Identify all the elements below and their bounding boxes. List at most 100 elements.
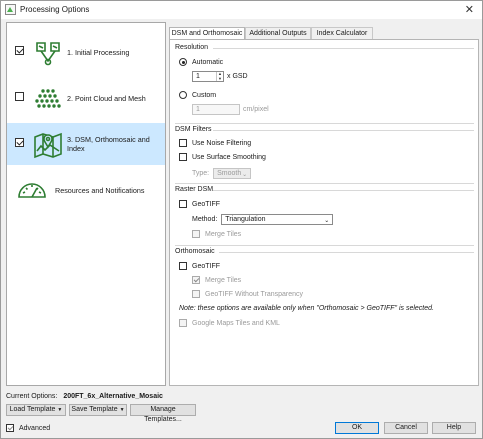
note-text: Note: these options are available only w… — [179, 305, 434, 312]
step-point-cloud[interactable]: 2. Point Cloud and Mesh — [7, 77, 165, 119]
ortho-merge-tiles-option[interactable]: Merge Tiles — [192, 276, 241, 284]
step-checkbox[interactable] — [15, 46, 24, 55]
divider — [219, 252, 474, 253]
step-dsm-orthomosaic[interactable]: 3. DSM, Orthomosaic and Index — [7, 123, 165, 165]
dropdown-arrow-icon: ▼ — [119, 407, 125, 413]
raster-merge-tiles-label: Merge Tiles — [205, 230, 242, 238]
save-template-button[interactable]: Save Template ▼ — [69, 404, 127, 416]
type-label: Type: — [192, 170, 210, 177]
help-button[interactable]: Help — [432, 422, 476, 434]
orthomosaic-note: Note: these options are available only w… — [179, 305, 434, 312]
google-maps-checkbox[interactable] — [179, 319, 187, 327]
noise-filtering-label: Use Noise Filtering — [192, 139, 252, 147]
step-label: 2. Point Cloud and Mesh — [67, 93, 146, 103]
raster-dsm-group: Raster DSM GeoTIFF Method: Triangulation… — [175, 186, 474, 246]
gsd-spinbox[interactable]: 1 ▲ ▼ — [192, 71, 224, 82]
ortho-geotiff-checkbox[interactable] — [179, 262, 187, 270]
title-bar: Processing Options ✕ — [1, 1, 482, 19]
gsd-row: 1 ▲ ▼ x GSD — [192, 71, 248, 82]
group-title: DSM Filters — [175, 126, 212, 133]
method-value: Triangulation — [225, 216, 266, 223]
ortho-merge-tiles-checkbox[interactable] — [192, 276, 200, 284]
custom-option[interactable]: Custom — [179, 91, 216, 99]
group-title: Resolution — [175, 44, 209, 51]
app-icon — [5, 4, 16, 15]
current-options-label: Current Options: — [6, 393, 58, 400]
step-checkbox[interactable] — [15, 138, 24, 147]
raster-geotiff-label: GeoTIFF — [192, 200, 221, 208]
advanced-label: Advanced — [19, 424, 51, 432]
google-maps-label: Google Maps Tiles and KML — [192, 319, 280, 327]
custom-unit: cm/pixel — [243, 106, 269, 113]
save-template-label: Save Template — [71, 406, 118, 413]
close-icon[interactable]: ✕ — [465, 3, 474, 16]
step-label: 3. DSM, Orthomosaic and Index — [67, 135, 150, 153]
surface-smoothing-option[interactable]: Use Surface Smoothing — [179, 153, 266, 161]
load-template-button[interactable]: Load Template ▼ — [6, 404, 66, 416]
window-title: Processing Options — [20, 5, 90, 14]
google-maps-option[interactable]: Google Maps Tiles and KML — [179, 319, 280, 327]
divider — [213, 190, 474, 191]
options-panel: Resolution Automatic 1 ▲ ▼ x GSD Custom 1 — [169, 39, 479, 386]
step-label: 1. Initial Processing — [67, 47, 130, 57]
divider — [213, 130, 474, 131]
automatic-option[interactable]: Automatic — [179, 58, 223, 66]
ortho-geotiff-option[interactable]: GeoTIFF — [179, 262, 220, 270]
current-options-value: 200FT_6x_Alternative_Mosaic — [63, 393, 163, 400]
advanced-option[interactable]: Advanced — [6, 424, 50, 432]
type-value: Smooth — [217, 170, 242, 177]
raster-geotiff-checkbox[interactable] — [179, 200, 187, 208]
no-transparency-checkbox[interactable] — [192, 290, 200, 298]
step-initial-processing[interactable]: 1. Initial Processing — [7, 31, 165, 73]
custom-row: 1 cm/pixel — [192, 104, 269, 115]
ortho-merge-tiles-label: Merge Tiles — [205, 276, 242, 284]
automatic-radio[interactable] — [179, 58, 187, 66]
current-options: Current Options: 200FT_6x_Alternative_Mo… — [6, 393, 163, 400]
ok-button[interactable]: OK — [335, 422, 379, 434]
dsm-filters-group: DSM Filters Use Noise Filtering Use Surf… — [175, 126, 474, 184]
processing-options-dialog: Processing Options ✕ 1. Initial Processi… — [0, 0, 483, 439]
advanced-checkbox[interactable] — [6, 424, 14, 432]
custom-radio[interactable] — [179, 91, 187, 99]
manage-templates-button[interactable]: Manage Templates... — [130, 404, 196, 423]
custom-label: Custom — [192, 91, 217, 99]
custom-value: 1 — [196, 106, 200, 113]
step-label: Resources and Notifications — [55, 185, 145, 195]
divider — [213, 48, 474, 49]
spin-arrows-icon[interactable]: ▲ ▼ — [216, 71, 223, 81]
step-checkbox[interactable] — [15, 92, 24, 101]
custom-resolution-input[interactable]: 1 — [192, 104, 240, 115]
raster-merge-tiles-option[interactable]: Merge Tiles — [192, 230, 241, 238]
group-title: Orthomosaic — [175, 248, 215, 255]
method-label: Method: — [192, 216, 218, 223]
noise-filtering-checkbox[interactable] — [179, 139, 187, 147]
noise-filtering-option[interactable]: Use Noise Filtering — [179, 139, 251, 147]
steps-sidebar: 1. Initial Processing 2. Point Cloud and… — [6, 22, 166, 386]
raster-geotiff-option[interactable]: GeoTIFF — [179, 200, 220, 208]
raster-merge-tiles-checkbox[interactable] — [192, 230, 200, 238]
smoothing-type-select[interactable]: Smooth ⌄ — [213, 168, 252, 179]
dropdown-arrow-icon: ▼ — [57, 407, 63, 413]
chevron-down-icon: ⌄ — [242, 172, 248, 178]
point-cloud-icon — [35, 89, 61, 108]
chevron-down-icon: ⌄ — [324, 218, 330, 224]
no-transparency-option[interactable]: GeoTIFF Without Transparency — [192, 290, 303, 298]
ortho-geotiff-label: GeoTIFF — [192, 262, 221, 270]
no-transparency-label: GeoTIFF Without Transparency — [205, 290, 304, 298]
load-template-label: Load Template — [9, 406, 56, 413]
gauge-icon — [18, 183, 46, 198]
surface-smoothing-label: Use Surface Smoothing — [192, 153, 266, 161]
gsd-unit: x GSD — [227, 73, 248, 80]
group-title: Raster DSM — [175, 186, 214, 193]
automatic-label: Automatic — [192, 58, 224, 66]
resolution-group: Resolution Automatic 1 ▲ ▼ x GSD Custom 1 — [175, 44, 474, 124]
initial-processing-icon — [36, 42, 60, 66]
method-row: Method: Triangulation ⌄ — [192, 214, 334, 225]
step-resources-notifications[interactable]: Resources and Notifications — [7, 169, 165, 211]
method-select[interactable]: Triangulation ⌄ — [221, 214, 334, 225]
smoothing-type-row: Type: Smooth ⌄ — [192, 168, 252, 179]
surface-smoothing-checkbox[interactable] — [179, 153, 187, 161]
cancel-button[interactable]: Cancel — [384, 422, 428, 434]
dsm-map-icon — [34, 132, 62, 159]
orthomosaic-group: Orthomosaic GeoTIFF Merge Tiles GeoTIFF … — [175, 248, 474, 351]
